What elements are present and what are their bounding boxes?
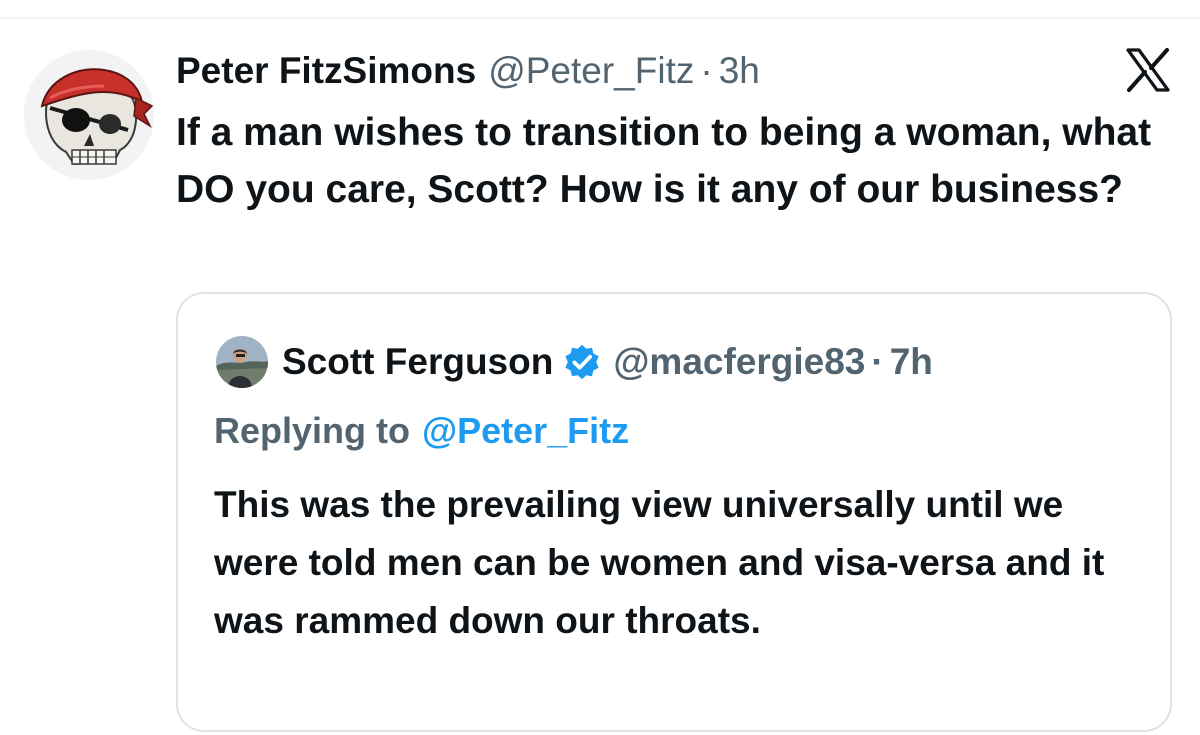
quoted-tweet-timestamp[interactable]: 7h xyxy=(890,341,933,383)
quoted-author-name[interactable]: Scott Ferguson xyxy=(282,341,553,383)
quoted-author-avatar[interactable] xyxy=(216,336,268,388)
tweet-timestamp[interactable]: 3h xyxy=(719,50,760,92)
quoted-author-handle[interactable]: @macfergie83 xyxy=(613,341,865,383)
replying-to: Replying to @Peter_Fitz xyxy=(214,404,629,458)
person-photo-avatar-image xyxy=(216,336,268,388)
replying-to-handle[interactable]: @Peter_Fitz xyxy=(422,410,629,452)
quoted-tweet-card[interactable]: Scott Ferguson @macfergie83 · 7h Replyin… xyxy=(176,292,1172,732)
quoted-meta-separator: · xyxy=(871,341,884,382)
pirate-skull-avatar-image xyxy=(24,50,154,180)
author-avatar[interactable] xyxy=(24,50,154,180)
tweet-text: If a man wishes to transition to being a… xyxy=(176,111,1152,211)
tweet-header: Peter FitzSimons @Peter_Fitz · 3h xyxy=(176,46,760,96)
author-name[interactable]: Peter FitzSimons xyxy=(176,50,476,92)
x-logo-icon[interactable] xyxy=(1124,46,1172,94)
quoted-tweet-text: This was the prevailing view universally… xyxy=(214,484,1105,641)
author-handle[interactable]: @Peter_Fitz xyxy=(488,50,694,92)
quoted-tweet-header: Scott Ferguson @macfergie83 · 7h xyxy=(282,334,933,390)
top-divider xyxy=(0,17,1200,19)
verified-badge-icon xyxy=(565,344,599,380)
replying-to-label: Replying to xyxy=(214,410,410,451)
meta-separator: · xyxy=(700,50,713,91)
